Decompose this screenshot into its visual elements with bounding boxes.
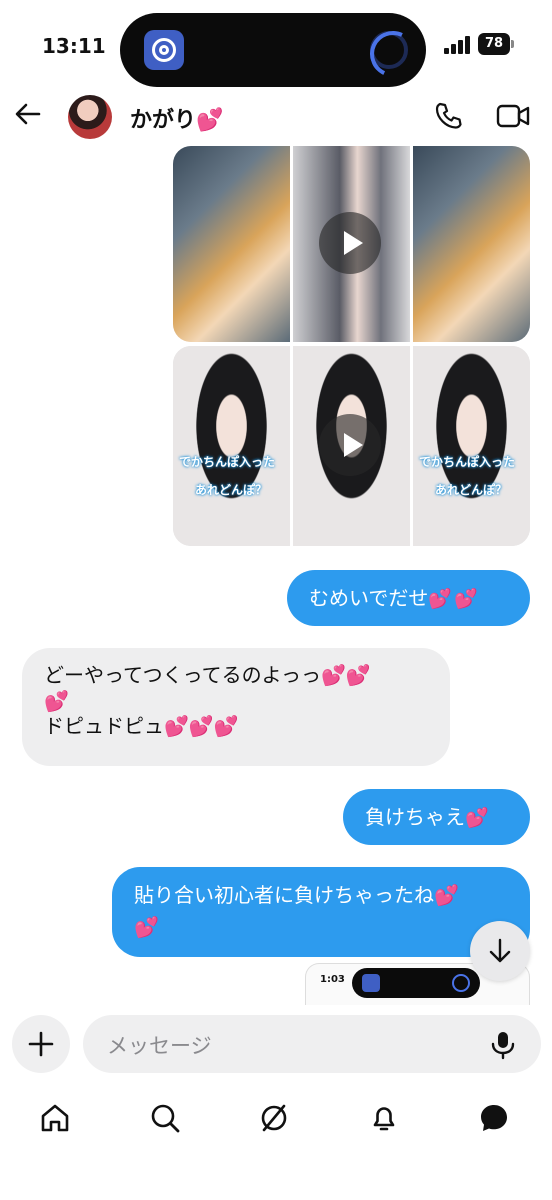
signal-icon	[444, 36, 470, 54]
video-frame: でかちんぽ入った あれどんぽ？	[173, 346, 293, 546]
preview-time: 1:03	[320, 974, 345, 985]
message-text: ドピュドピュ💕💕💕	[44, 714, 239, 738]
contact-name[interactable]: かがり💕	[130, 102, 223, 134]
heart-emoji: 💕💕	[428, 588, 480, 610]
message-text: 💕	[134, 915, 159, 939]
video-caption: でかちんぽ入った	[179, 455, 276, 469]
notifications-icon[interactable]	[368, 1102, 400, 1134]
message-text: むめいでだせ	[309, 586, 429, 610]
microphone-icon[interactable]	[490, 1030, 516, 1060]
search-icon[interactable]	[149, 1102, 181, 1134]
preview-island	[352, 968, 480, 998]
video-frame: でかちんぽ入った あれどんぽ？	[413, 346, 530, 546]
explore-icon[interactable]	[258, 1102, 290, 1134]
plus-icon	[28, 1031, 54, 1057]
scroll-to-bottom-button[interactable]	[470, 921, 530, 981]
message-input-placeholder: メッセージ	[107, 1034, 212, 1058]
message-bubble-sent[interactable]: 貼り合い初心者に負けちゃったね💕 💕	[112, 867, 530, 957]
heart-emoji: 💕	[465, 807, 491, 829]
dynamic-island[interactable]	[120, 13, 426, 87]
phone-icon[interactable]	[433, 101, 463, 131]
video-caption: あれどんぽ？	[435, 483, 508, 497]
message-input[interactable]: メッセージ	[83, 1015, 541, 1073]
battery-tip	[511, 40, 514, 48]
battery-icon: 78	[478, 33, 510, 55]
message-text: 負けちゃえ	[365, 805, 465, 829]
messages-icon[interactable]	[478, 1102, 510, 1134]
play-icon[interactable]	[319, 212, 381, 274]
message-text: 💕	[44, 689, 69, 713]
video-caption: あれどんぽ？	[195, 483, 268, 497]
back-arrow-icon[interactable]	[14, 100, 42, 128]
avatar[interactable]	[68, 95, 112, 139]
message-bubble-sent[interactable]: むめいでだせ💕💕	[287, 570, 530, 626]
message-bubble-sent[interactable]: 負けちゃえ💕	[343, 789, 530, 845]
video-call-icon[interactable]	[496, 102, 530, 130]
add-button[interactable]	[12, 1015, 70, 1073]
upload-progress-icon	[370, 31, 408, 69]
message-bubble-received[interactable]: どーやってつくってるのよっっ💕💕 💕 ドピュドピュ💕💕💕	[22, 648, 450, 766]
home-icon[interactable]	[39, 1102, 71, 1134]
status-time: 13:11	[42, 34, 106, 58]
arrow-down-icon	[489, 938, 511, 963]
video-frame	[413, 146, 530, 342]
video-frame	[173, 146, 293, 342]
message-text: 貼り合い初心者に負けちゃったね💕	[134, 883, 459, 907]
video-caption: でかちんぽ入った	[419, 455, 516, 469]
app-icon	[144, 30, 184, 70]
play-icon[interactable]	[319, 414, 381, 476]
message-text: どーやってつくってるのよっっ💕💕	[44, 663, 371, 687]
